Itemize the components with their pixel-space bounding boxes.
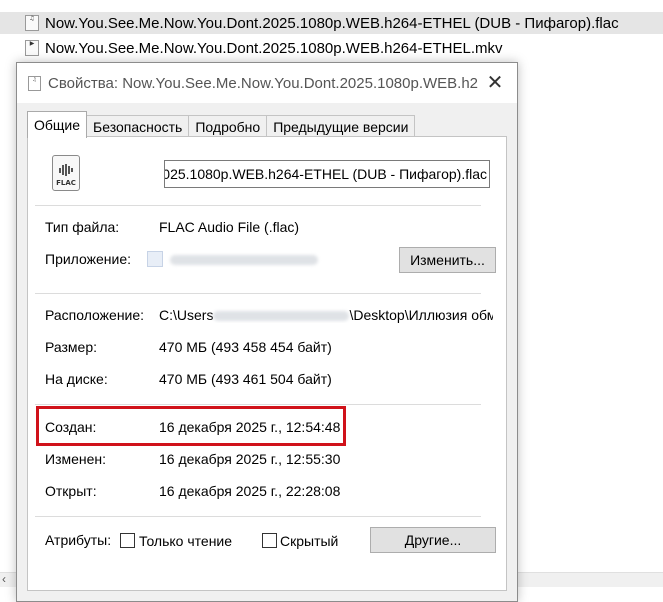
size-value: 470 МБ (493 458 454 байт)	[159, 339, 332, 355]
disk-size-label: На диске:	[45, 371, 108, 387]
created-label: Создан:	[45, 419, 97, 435]
close-icon[interactable]: ✕	[483, 71, 507, 95]
separator	[35, 404, 481, 405]
disk-size-value: 470 МБ (493 461 504 байт)	[159, 371, 332, 387]
other-attributes-button[interactable]: Другие...	[370, 527, 496, 553]
file-type-value: FLAC Audio File (.flac)	[159, 219, 300, 235]
accessed-value: 16 декабря 2025 г., 22:28:08	[159, 483, 341, 499]
tab-security[interactable]: Безопасность	[86, 115, 190, 137]
separator	[35, 293, 481, 294]
tab-general[interactable]: Общие	[27, 111, 88, 138]
properties-dialog: ♫ Свойства: Now.You.See.Me.Now.You.Dont.…	[16, 62, 518, 602]
separator	[35, 205, 481, 206]
file-name-text: nt.2025.1080p.WEB.h264-ETHEL (DUB - Пифа…	[164, 166, 487, 182]
created-value: 16 декабря 2025 г., 12:54:48	[159, 419, 341, 435]
separator	[35, 516, 481, 517]
mkv-file-icon: ▶	[25, 40, 39, 56]
location-redacted	[213, 311, 350, 321]
app-icon	[147, 251, 163, 267]
readonly-checkbox[interactable]	[120, 533, 135, 548]
tab-previous-versions[interactable]: Предыдущие версии	[266, 115, 416, 137]
location-label: Расположение:	[45, 307, 145, 323]
modified-label: Изменен:	[45, 451, 107, 467]
app-name-redacted	[170, 255, 318, 265]
location-value[interactable]: C:\Users \Desktop\Иллюзия обма	[159, 307, 493, 323]
tab-details[interactable]: Подробно	[188, 115, 268, 137]
file-row-flac[interactable]: ♫ Now.You.See.Me.Now.You.Dont.2025.1080p…	[0, 12, 663, 34]
file-name-field[interactable]: nt.2025.1080p.WEB.h264-ETHEL (DUB - Пифа…	[164, 160, 490, 188]
tab-bar: Общие Безопасность Подробно Предыдущие в…	[27, 111, 416, 138]
dialog-titlebar[interactable]: ♫ Свойства: Now.You.See.Me.Now.You.Dont.…	[17, 63, 517, 103]
flac-file-icon: FLAC	[52, 155, 80, 191]
change-button[interactable]: Изменить...	[399, 247, 496, 273]
size-label: Размер:	[45, 339, 98, 355]
hidden-label[interactable]: Скрытый	[280, 533, 338, 549]
file-name: Now.You.See.Me.Now.You.Dont.2025.1080p.W…	[45, 39, 503, 57]
flac-file-icon: ♫	[25, 15, 39, 31]
modified-value: 16 декабря 2025 г., 12:55:30	[159, 451, 341, 467]
location-prefix: C:\Users	[159, 307, 214, 323]
app-label: Приложение:	[45, 251, 132, 267]
hidden-checkbox[interactable]	[262, 533, 277, 548]
file-name: Now.You.See.Me.Now.You.Dont.2025.1080p.W…	[45, 14, 619, 32]
location-suffix: \Desktop\Иллюзия обма	[349, 307, 493, 323]
flac-file-icon: ♫	[28, 75, 41, 91]
file-row-mkv[interactable]: ▶ Now.You.See.Me.Now.You.Dont.2025.1080p…	[0, 37, 503, 59]
accessed-label: Открыт:	[45, 483, 97, 499]
icon-label: FLAC	[56, 179, 76, 187]
scroll-left-icon[interactable]: ‹	[2, 572, 6, 586]
file-type-label: Тип файла:	[45, 219, 120, 235]
attributes-label: Атрибуты:	[45, 532, 112, 548]
dialog-title: Свойства: Now.You.See.Me.Now.You.Dont.20…	[48, 74, 479, 92]
readonly-label[interactable]: Только чтение	[139, 533, 232, 549]
